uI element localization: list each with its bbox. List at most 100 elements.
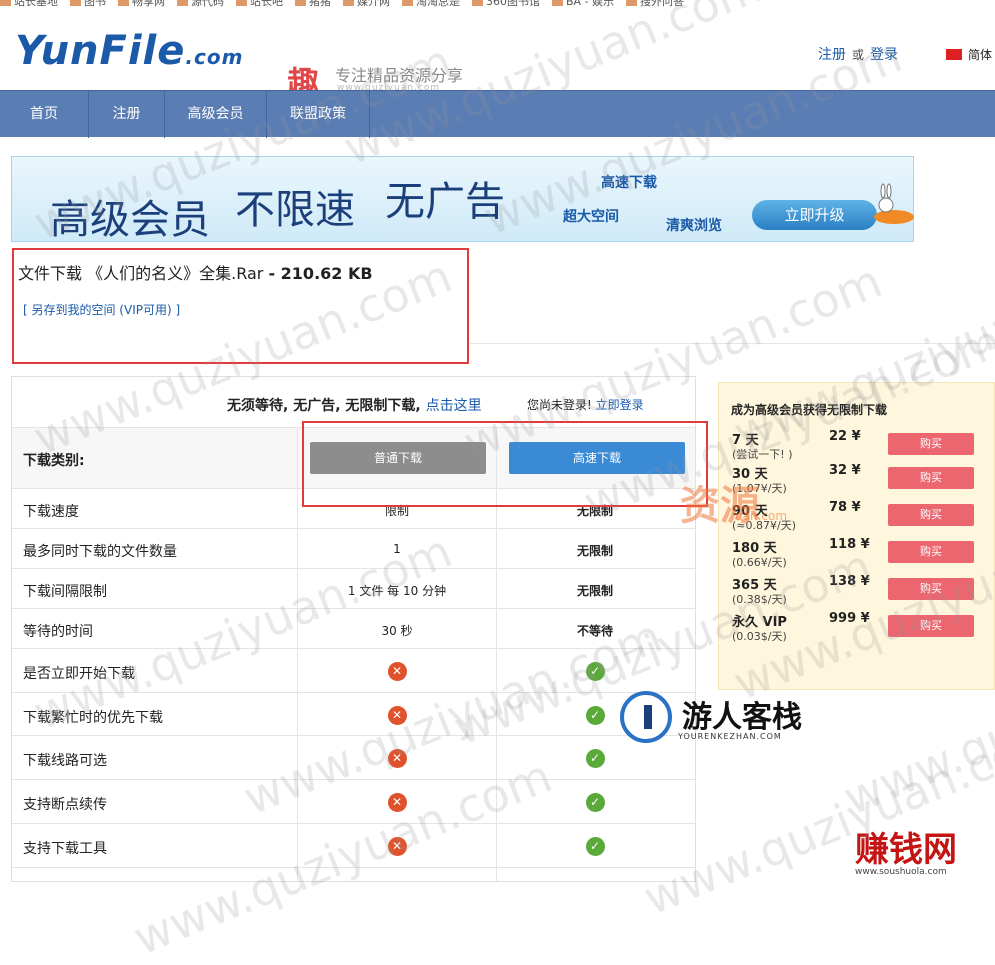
divider [470,343,995,344]
auth-links: 注册或登录 [818,44,898,64]
cross-icon: ✕ [387,706,407,725]
yunfile-logo[interactable]: YunFile.com [15,28,243,74]
language-switch[interactable]: 简体 [946,46,992,63]
bookmark-item[interactable]: BA - 娱乐 [552,0,614,7]
bookmark-item[interactable]: 猪猪 [295,0,331,7]
plan-unit-price: (尝试一下! ) [732,448,793,461]
table-row: 支持断点续传 ✕ ✓ [12,779,695,823]
plan-price: 999 ¥ [829,611,870,626]
vip-plan: 365 天 138 ¥ (0.38$/天) 购买 [732,574,994,610]
buy-button[interactable]: 购买 [888,433,974,455]
slogan: 趣 专注精品资源分享 www.quziyuan.com [287,58,527,102]
bookmark-item[interactable]: 站长吧 [236,0,283,7]
normal-cell: ✕ [298,706,496,725]
bookmark-favicon-icon [70,0,81,6]
category-label: 下载类别: [23,453,85,469]
row-label: 下载线路可选 [23,753,107,769]
banner-title-vip: 高级会员 [50,197,210,243]
banner-feature-fast: 高速下载 [601,175,657,191]
nav-register[interactable]: 注册 [89,91,165,138]
bookmarks-bar: 站长基地 图书 畅享网 源代码 站长吧 猪猪 媒介网 淘淘总是 360图书馆 BA - 娱乐 搜外问… [0,0,995,7]
youren-logo-icon [620,691,672,743]
cross-icon: ✕ [387,662,407,681]
register-link[interactable]: 注册 [818,47,846,63]
plan-price: 118 ¥ [829,537,870,552]
normal-cell: ✕ [298,837,496,856]
bookmark-item[interactable]: 搜外问答 [626,0,684,7]
buy-button[interactable]: 购买 [888,467,974,489]
no-wait-notice: 无须等待, 无广告, 无限制下载, 点击这里 [227,398,482,414]
bookmark-item[interactable]: 媒介网 [343,0,390,7]
bookmark-item[interactable]: 站长基地 [0,0,58,7]
vip-cell: ✓ [496,749,694,768]
rabbit-rocket-icon [874,183,914,224]
buy-button[interactable]: 购买 [888,615,974,637]
row-label: 下载间隔限制 [23,584,107,600]
table-row: 是否立即开始下载 ✕ ✓ [12,648,695,692]
vip-plan: 永久 VIP 999 ¥ (0.03$/天) 购买 [732,611,994,647]
row-label: 等待的时间 [23,624,93,640]
nav-home[interactable]: 首页 [0,91,89,138]
row-label: 下载速度 [23,504,79,520]
bookmark-item[interactable]: 图书 [70,0,106,7]
vip-plan: 7 天 22 ¥ (尝试一下! ) 购买 [732,429,994,465]
bookmark-favicon-icon [0,0,11,6]
bookmark-favicon-icon [472,0,483,6]
main-nav: 首页 注册 高级会员 联盟政策 [0,90,995,138]
cross-icon: ✕ [387,749,407,768]
click-here-link[interactable]: 点击这里 [426,398,482,414]
vip-plans-panel: 成为高级会员获得无限制下载 7 天 22 ¥ (尝试一下! ) 购买 30 天 32 ¥(… [718,382,995,690]
bookmark-item[interactable]: 360图书馆 [472,0,540,7]
vip-value: 不等待 [576,624,613,638]
plan-unit-price: (0.38$/天) [732,593,787,606]
check-icon: ✓ [585,749,605,768]
login-notice: 您尚未登录! 立即登录 [527,398,644,412]
login-now-link[interactable]: 立即登录 [596,398,644,412]
bookmark-favicon-icon [552,0,563,6]
table-row: 下载繁忙时的优先下载 ✕ ✓ [12,692,695,735]
bookmark-item[interactable]: 淘淘总是 [402,0,460,7]
bookmark-favicon-icon [402,0,413,6]
login-link[interactable]: 登录 [870,47,898,63]
row-label: 最多同时下载的文件数量 [23,544,177,560]
bookmark-item[interactable]: 源代码 [177,0,224,7]
banner-title-noads: 无广告 [385,179,505,225]
bookmark-item[interactable]: 畅享网 [118,0,165,7]
banner-feature-space: 超大空间 [563,209,619,225]
vip-panel-header: 成为高级会员获得无限制下载 [731,403,888,417]
save-to-space-link[interactable]: [ 另存到我的空间 (VIP可用) ] [23,301,180,318]
table-row: 是否有广告✕✓ [12,867,695,881]
normal-cell: ✕ [298,662,496,681]
auth-or: 或 [852,48,865,62]
row-label: 支持下载工具 [23,841,107,857]
row-label: 下载繁忙时的优先下载 [23,710,163,726]
youren-watermark: 游人客栈 YOURENKEZHAN.COM [620,688,820,750]
banner-title-unlimited: 不限速 [235,187,355,233]
buy-button[interactable]: 购买 [888,504,974,526]
upgrade-button[interactable]: 立即升级 [752,200,877,230]
buy-button[interactable]: 购买 [888,578,974,600]
normal-value: 30 秒 [381,624,413,638]
check-icon: ✓ [585,706,605,725]
nav-affiliate[interactable]: 联盟政策 [267,91,370,138]
normal-cell: ✕ [298,793,496,812]
file-title: 文件下载 《人们的名义》全集.Rar - 210.62 KB [18,264,373,283]
nav-vip[interactable]: 高级会员 [165,91,267,138]
table-row: 支持下载工具 ✕ ✓ [12,823,695,867]
china-flag-icon [946,49,962,60]
column-divider [297,427,298,881]
vip-banner[interactable]: 高级会员 不限速 无广告 高速下载 超大空间 清爽浏览 立即升级 [11,156,914,243]
table-row: 最多同时下载的文件数量 1 无限制 [12,528,695,568]
normal-value: 1 [393,542,401,556]
table-row: 下载线路可选 ✕ ✓ [12,735,695,779]
table-header: 无须等待, 无广告, 无限制下载, 点击这里 您尚未登录! 立即登录 [12,377,695,427]
buy-button[interactable]: 购买 [888,541,974,563]
normal-cell: ✕ [298,749,496,768]
bookmark-favicon-icon [343,0,354,6]
bookmark-favicon-icon [626,0,638,6]
zhuanqian-watermark: 赚钱网 www.soushuola.com [855,830,957,877]
cross-icon: ✕ [387,837,407,856]
vip-value: 无限制 [576,584,613,598]
check-icon: ✓ [585,837,605,856]
plan-unit-price: (0.03$/天) [732,630,787,643]
